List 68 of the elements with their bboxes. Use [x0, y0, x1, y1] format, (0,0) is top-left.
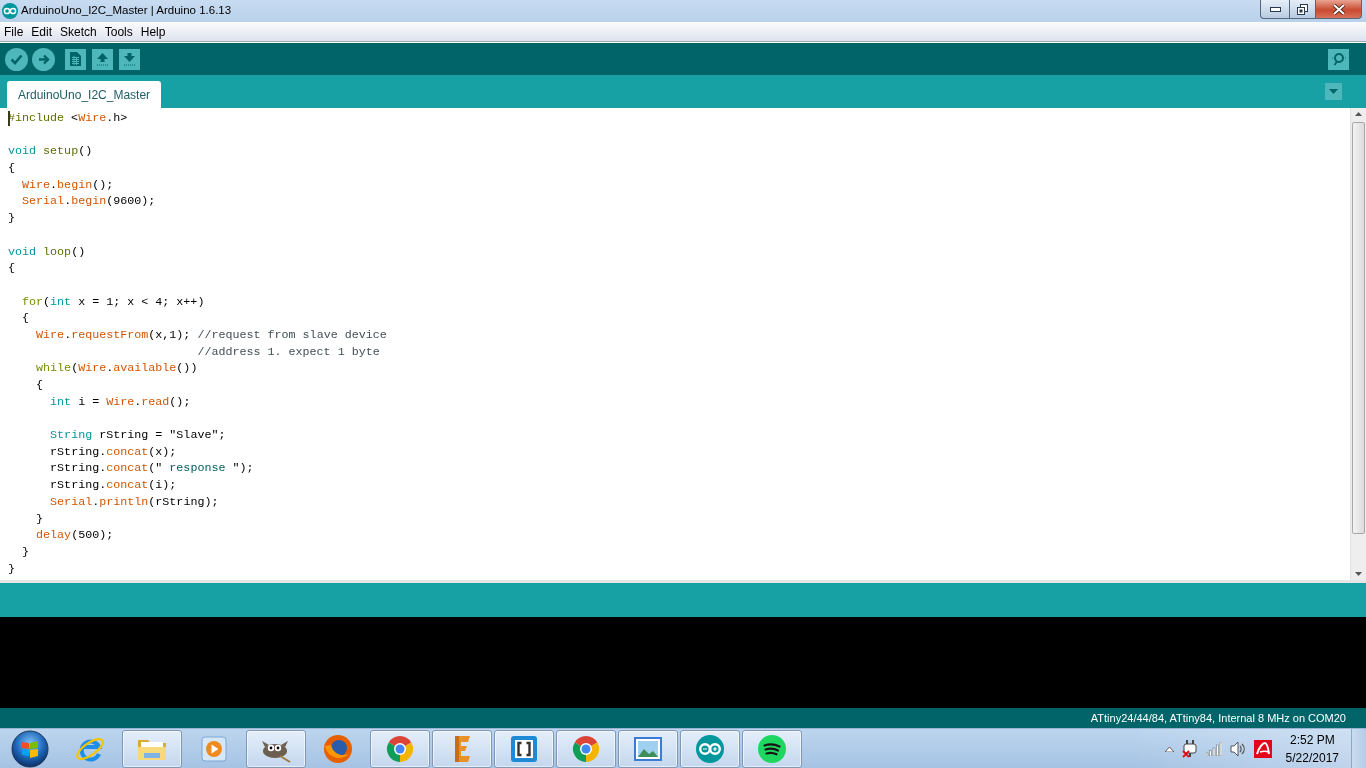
- code-line: {: [36, 378, 44, 392]
- code-line: Serial.begin(9600);: [22, 194, 156, 209]
- code-line: String rString = "Slave";: [50, 428, 226, 443]
- code-line: delay(500);: [36, 528, 114, 543]
- code-line: }: [22, 544, 30, 559]
- power-plug-icon[interactable]: [1181, 739, 1198, 758]
- code-line: }: [8, 561, 15, 576]
- taskbar-button[interactable]: [494, 729, 554, 768]
- menu-item[interactable]: File: [0, 23, 28, 40]
- code-line: int i = Wire.read();: [50, 394, 191, 409]
- code-line: //address 1. expect 1 byte: [197, 344, 380, 359]
- down-arrow-icon: [1355, 572, 1362, 576]
- file-tab[interactable]: ArduinoUno_I2C_Master: [7, 81, 162, 108]
- code-line: void loop(): [8, 244, 86, 259]
- minimize-icon: [1269, 6, 1281, 12]
- document-icon: [70, 52, 81, 66]
- up-arrow-icon: [1355, 112, 1362, 116]
- window-title: ArduinoUno_I2C_Master | Arduino 1.6.13: [21, 3, 232, 18]
- minimize-button[interactable]: [1260, 0, 1289, 19]
- close-button[interactable]: [1316, 0, 1362, 19]
- tab-menu-button[interactable]: [1325, 83, 1342, 100]
- code-line: void setup(): [8, 144, 93, 159]
- code-line: {: [8, 261, 15, 276]
- right-arrow-icon: [37, 53, 50, 65]
- caret-down-icon: [1329, 89, 1338, 94]
- restore-button[interactable]: [1289, 0, 1316, 19]
- search-icon: [1330, 52, 1347, 66]
- code-line: for(int x = 1; x < 4; x++): [22, 294, 205, 309]
- code-line: rString.concat(i);: [50, 478, 177, 493]
- new-sketch-button[interactable]: [65, 48, 86, 70]
- verify-button[interactable]: [5, 47, 28, 71]
- code-line: Serial.println(rString);: [50, 494, 219, 509]
- restore-icon: [1297, 3, 1308, 15]
- taskbar-button[interactable]: [742, 729, 802, 768]
- open-button[interactable]: [92, 48, 113, 70]
- code-line: }: [36, 511, 44, 526]
- code-line: }: [8, 211, 15, 226]
- up-arrow-icon: [96, 52, 109, 66]
- board-status: ATtiny24/44/84, ATtiny84, Internal 8 MHz on COM20: [1090, 710, 1346, 726]
- save-button[interactable]: [119, 48, 140, 70]
- menu-item[interactable]: Sketch: [56, 23, 101, 40]
- check-icon: [10, 53, 23, 65]
- vertical-scrollbar[interactable]: [1350, 108, 1366, 580]
- menu-item[interactable]: Tools: [100, 23, 137, 40]
- code-line: rString.concat(x);: [50, 444, 177, 459]
- flag-orb-icon: [11, 729, 49, 768]
- code-line: rString.concat(" response ");: [50, 461, 254, 476]
- circle-arcs-logo-icon: [756, 732, 788, 765]
- infinity-logo-icon: [2, 3, 18, 19]
- code-line: {: [8, 161, 15, 176]
- menu-item[interactable]: Edit: [27, 23, 57, 40]
- scrollbar-thumb[interactable]: [1352, 122, 1365, 534]
- code-line: {: [22, 311, 30, 326]
- signal-bars-icon[interactable]: [1205, 741, 1222, 756]
- menu-item[interactable]: Help: [136, 23, 170, 40]
- upload-button[interactable]: [32, 47, 55, 71]
- arch-logo-icon[interactable]: [1253, 739, 1272, 758]
- code-line: Wire.begin();: [22, 177, 114, 192]
- fox-globe-icon: [322, 732, 354, 765]
- down-arrow-icon: [123, 52, 136, 66]
- infinity-logo-icon: [694, 732, 726, 765]
- speaker-icon[interactable]: [1229, 740, 1246, 757]
- serial-monitor-button[interactable]: [1328, 48, 1349, 70]
- close-icon: [1331, 3, 1346, 15]
- code-line: while(Wire.available()): [36, 361, 198, 376]
- chevron-up-icon: [1164, 746, 1174, 752]
- code-line: #include <Wire.h>: [8, 111, 128, 125]
- code-line: Wire.requestFrom(x,1); //request from slave device: [36, 327, 387, 342]
